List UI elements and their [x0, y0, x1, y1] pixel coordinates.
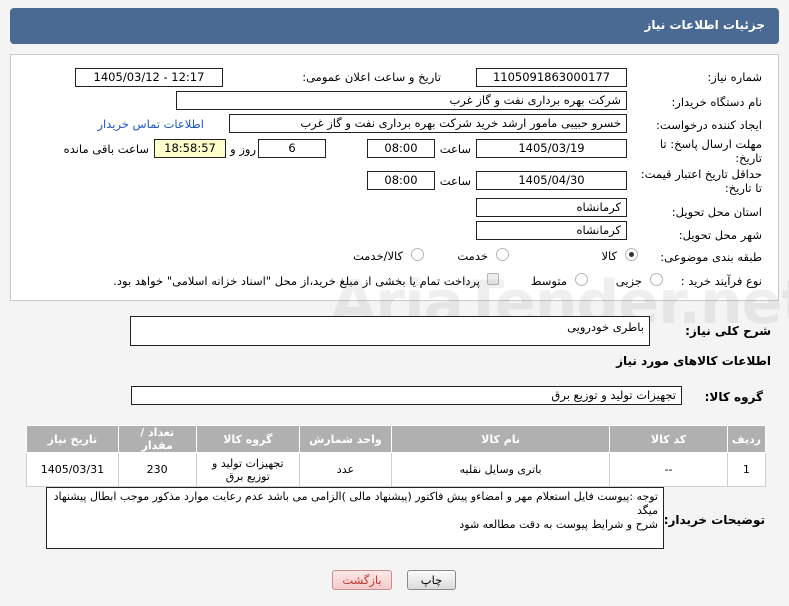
city-label: شهر محل تحویل: [678, 228, 762, 242]
category-radio-service[interactable] [496, 248, 509, 261]
buyer-contact-link[interactable]: اطلاعات تماس خریدار [97, 117, 204, 131]
category-option-service: خدمت [457, 249, 488, 263]
reply-time-field: 08:00 [367, 139, 435, 158]
buyer-notes-field: توجه :پیوست فایل استعلام مهر و امضاءو پی… [46, 487, 664, 549]
page-header: جزئیات اطلاعات نیاز [10, 8, 779, 44]
buyer-org-label: نام دستگاه خریدار: [671, 95, 762, 109]
back-button[interactable]: بازگشت [332, 570, 392, 590]
creator-label: ایجاد کننده درخواست: [656, 118, 762, 132]
need-number-label: شماره نیاز: [707, 70, 762, 84]
city-field: کرمانشاه [476, 221, 627, 240]
buyer-org-field: شرکت بهره برداری نفت و گاز غرب [176, 91, 627, 110]
validity-label-2: تا تاریخ: [724, 181, 762, 195]
category-radio-goods[interactable] [625, 248, 638, 261]
reply-date-field: 1405/03/19 [476, 139, 627, 158]
goods-section-title: اطلاعات کالاهای مورد نیاز [616, 354, 771, 368]
buyer-notes-line-2: شرح و شرایط پیوست به دقت مطالعه شود [459, 518, 658, 531]
need-number-field: 1105091863000177 [476, 68, 627, 87]
cell-goods-name: باتری وسایل نقلیه [390, 452, 611, 487]
cell-need-date: 1405/03/31 [26, 452, 119, 487]
cell-goods-code: -- [609, 452, 728, 487]
col-row-number: ردیف [726, 425, 767, 453]
reply-time-label: ساعت [439, 142, 471, 156]
days-label: روز و [230, 142, 256, 156]
validity-time-field: 08:00 [367, 171, 435, 190]
announce-datetime-field: 1405/03/12 - 12:17 [75, 68, 223, 87]
days-remaining-field: 6 [258, 139, 326, 158]
table-row: 1405/03/31 230 تجهیزات تولید و توزیع برق… [26, 452, 767, 487]
goods-table-header: تاریخ نیاز تعداد / مقدار گروه کالا واحد … [26, 425, 767, 453]
remaining-time-label: ساعت باقی مانده [63, 142, 149, 156]
need-summary-label: شرح کلی نیاز: [685, 324, 771, 338]
category-option-goods: کالا [601, 249, 617, 263]
validity-time-label: ساعت [439, 174, 471, 188]
col-goods-code: کد کالا [609, 425, 728, 453]
print-button[interactable]: چاپ [407, 570, 456, 590]
category-radio-goods-service[interactable] [411, 248, 424, 261]
validity-label-1: حداقل تاریخ اعتبار قیمت: [640, 167, 762, 181]
province-label: استان محل تحویل: [671, 205, 762, 219]
category-option-goods-service: کالا/خدمت [352, 249, 403, 263]
remaining-time-field: 18:58:57 [154, 139, 226, 158]
buyer-notes-label: توضیحات خریدار: [663, 513, 765, 527]
reply-deadline-label-1: مهلت ارسال پاسخ: تا [659, 137, 762, 151]
cell-row-number: 1 [726, 452, 767, 487]
col-need-date: تاریخ نیاز [26, 425, 119, 453]
page-title: جزئیات اطلاعات نیاز [644, 18, 765, 32]
col-quantity: تعداد / مقدار [117, 425, 197, 453]
cell-quantity: 230 [117, 452, 197, 487]
reply-deadline-label-2: تاریخ: [735, 151, 762, 165]
col-unit: واحد شمارش [299, 425, 392, 453]
creator-field: خسرو حبیبی مامور ارشد خرید شرکت بهره برد… [229, 114, 627, 133]
goods-group-field: تجهیزات تولید و توزیع برق [131, 386, 682, 405]
announce-datetime-label: تاریخ و ساعت اعلان عمومی: [302, 70, 441, 84]
goods-table: تاریخ نیاز تعداد / مقدار گروه کالا واحد … [26, 425, 767, 487]
cell-unit: عدد [299, 452, 392, 487]
cell-goods-group: تجهیزات تولید و توزیع برق [195, 452, 301, 487]
col-goods-group: گروه کالا [195, 425, 301, 453]
buyer-notes-line-1: توجه :پیوست فایل استعلام مهر و امضاءو پی… [53, 490, 658, 517]
need-summary-field: باطری خودرویی [130, 316, 650, 346]
province-field: کرمانشاه [476, 198, 627, 217]
col-goods-name: نام کالا [390, 425, 611, 453]
goods-group-label: گروه کالا: [704, 390, 763, 404]
validity-date-field: 1405/04/30 [476, 171, 627, 190]
category-label: طبقه بندی موضوعی: [660, 250, 762, 264]
